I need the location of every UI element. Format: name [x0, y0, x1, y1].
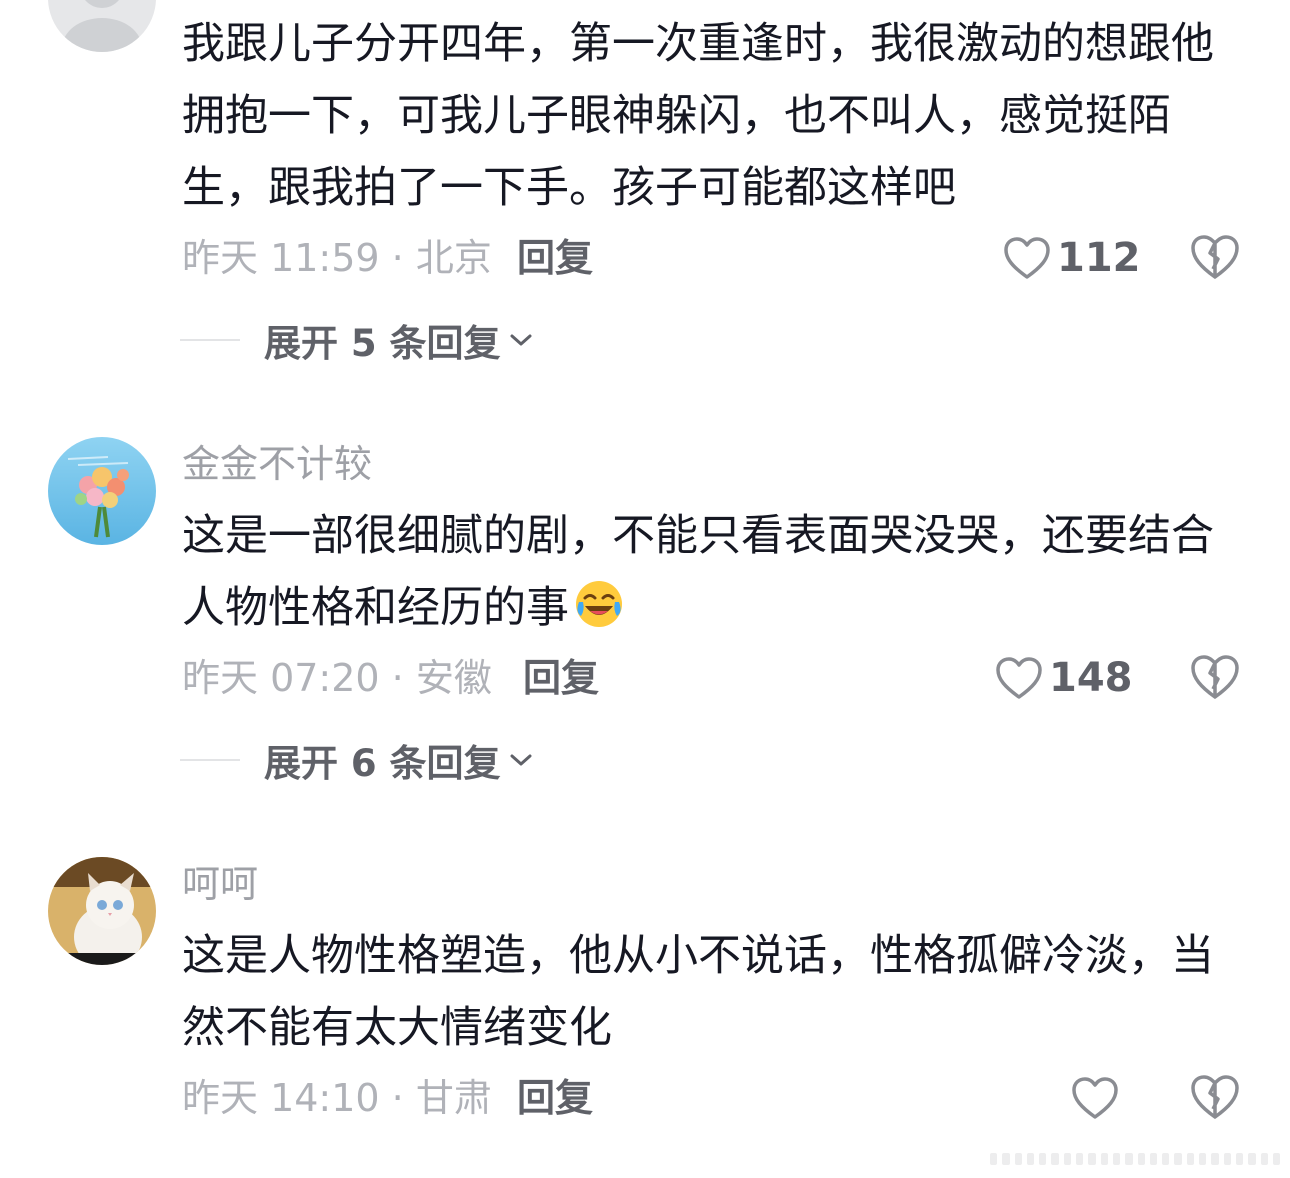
expand-replies-button[interactable]: 展开 6 条回复 — [180, 735, 535, 785]
expand-replies-label: 展开 6 条回复 — [264, 742, 501, 785]
comment-time-location: 昨天 11:59 · 北京 — [182, 236, 492, 280]
comment-time-location: 昨天 07:20 · 安徽 — [182, 656, 492, 700]
comment-time-location: 昨天 14:10 · 甘肃 — [182, 1076, 492, 1120]
reply-button[interactable]: 回复 — [517, 233, 593, 283]
like-button[interactable] — [1071, 1068, 1119, 1128]
like-button[interactable]: 112 — [1003, 228, 1141, 288]
comment-text: 我跟儿子分开四年，第一次重逢时，我很激动的想跟他拥抱一下，可我儿子眼神躲闪，也不… — [182, 19, 1214, 213]
dislike-button[interactable] — [1190, 653, 1242, 705]
chevron-down-icon — [510, 754, 532, 766]
broken-heart-icon — [1191, 655, 1239, 699]
heart-outline-icon — [1004, 237, 1050, 279]
chevron-down-icon — [510, 334, 532, 346]
comment-text-body: 这是一部很细腻的剧，不能只看表面哭没哭，还要结合人物性格和经历的事 — [182, 511, 1214, 633]
broken-heart-icon — [1191, 235, 1239, 279]
divider — [180, 339, 240, 341]
comment-text: 这是一部很细腻的剧，不能只看表面哭没哭，还要结合人物性格和经历的事 — [182, 500, 1252, 644]
heart-outline-icon — [996, 657, 1042, 699]
comment-text: 这是人物性格塑造，他从小不说话，性格孤僻冷淡，当然不能有太大情绪变化 — [182, 931, 1214, 1053]
laughing-crying-emoji — [576, 581, 622, 627]
like-count: 148 — [1049, 655, 1133, 701]
avatar[interactable] — [48, 437, 156, 545]
broken-heart-icon — [1191, 1075, 1239, 1119]
like-count: 112 — [1057, 235, 1141, 281]
heart-outline-icon — [1072, 1077, 1118, 1119]
username[interactable]: 呵呵 — [182, 865, 258, 903]
divider — [180, 759, 240, 761]
expand-replies-button[interactable]: 展开 5 条回复 — [180, 315, 535, 365]
reply-button[interactable]: 回复 — [523, 653, 599, 703]
bottom-watermark-strip — [990, 1153, 1281, 1167]
dislike-button[interactable] — [1190, 233, 1242, 285]
like-button[interactable]: 148 — [995, 648, 1133, 708]
username[interactable]: 金金不计较 — [182, 445, 372, 483]
avatar[interactable] — [48, 0, 156, 52]
avatar[interactable] — [48, 857, 156, 965]
dislike-button[interactable] — [1190, 1073, 1242, 1125]
reply-button[interactable]: 回复 — [517, 1073, 593, 1123]
expand-replies-label: 展开 5 条回复 — [264, 322, 501, 365]
